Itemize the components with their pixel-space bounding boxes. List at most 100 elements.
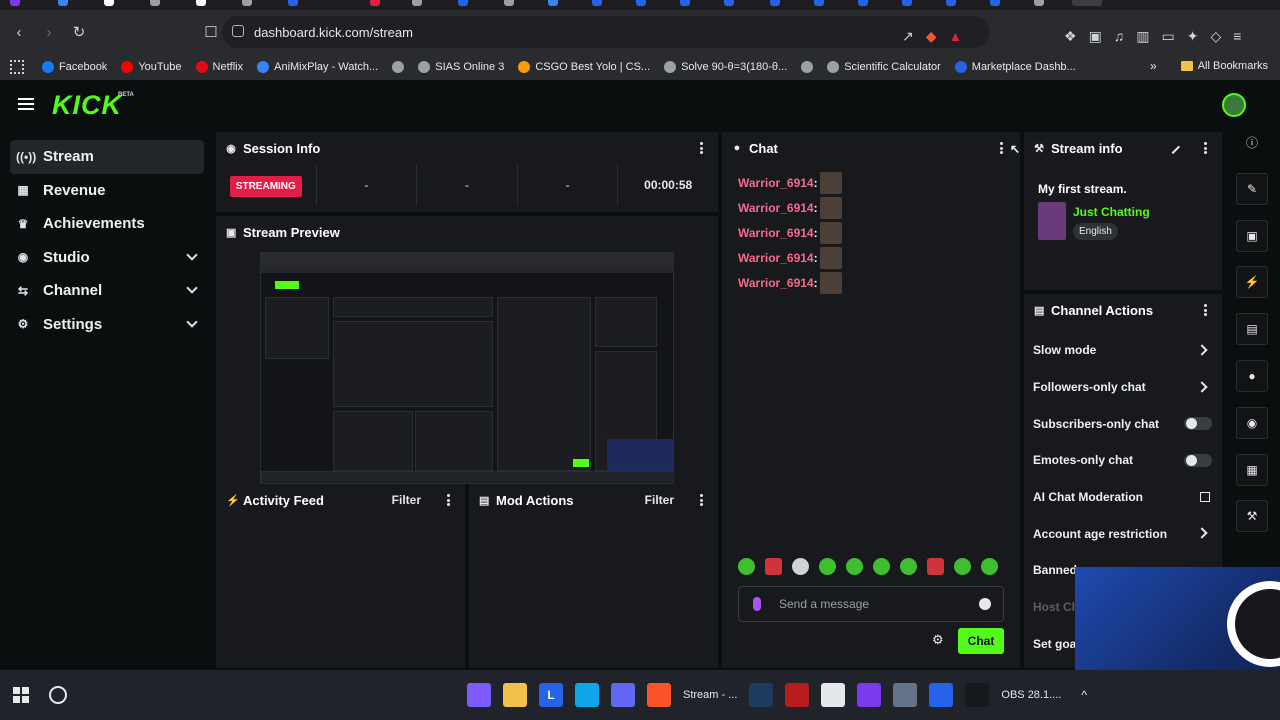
document-panel-icon[interactable]: ▤ xyxy=(1236,313,1268,346)
taskbar-app-icon[interactable] xyxy=(893,683,918,707)
bookmark-item[interactable]: Facebook xyxy=(42,61,107,73)
mod-filter-button[interactable]: Filter xyxy=(645,493,674,507)
url-field[interactable]: dashboard.kick.com/stream xyxy=(222,16,990,48)
bookmark-item[interactable] xyxy=(801,61,814,73)
chevron-down-icon[interactable] xyxy=(186,315,198,328)
emote-icon[interactable] xyxy=(954,558,971,575)
bookmark-item[interactable]: CSGO Best Yolo | CS... xyxy=(518,61,650,73)
back-icon[interactable]: ‹ xyxy=(8,24,30,41)
sidebar-item-revenue[interactable]: ▦ Revenue xyxy=(10,174,204,208)
all-bookmarks-button[interactable]: All Bookmarks xyxy=(1180,60,1268,72)
chat-menu-icon[interactable] xyxy=(1000,142,1004,154)
layout-panel-icon[interactable]: ▦ xyxy=(1236,453,1268,486)
emote-icon[interactable] xyxy=(927,558,944,575)
bookmark-item[interactable]: Netflix xyxy=(195,61,243,73)
category-name[interactable]: Just Chatting xyxy=(1073,205,1150,219)
stream-preview-video[interactable] xyxy=(260,252,674,484)
bookmark-item[interactable] xyxy=(392,61,405,73)
channel-actions-menu-icon[interactable] xyxy=(1204,304,1208,316)
taskbar-app-icon[interactable] xyxy=(749,683,774,707)
chat-username[interactable]: Warrior_6914 xyxy=(738,226,814,240)
channel-action-item[interactable]: Subscribers-only chat xyxy=(1024,405,1222,442)
sidebar-item-studio[interactable]: ◉ Studio xyxy=(10,241,204,275)
bookmark-item[interactable]: SIAS Online 3 xyxy=(418,61,504,73)
bookmark-item[interactable]: Scientific Calculator xyxy=(827,61,941,73)
extensions-icon[interactable]: ❖ xyxy=(1064,28,1077,45)
tray-overflow-icon[interactable]: ^ xyxy=(1081,688,1087,702)
lightning-panel-icon[interactable]: ⚡ xyxy=(1236,266,1268,299)
more-bookmarks-button[interactable]: » xyxy=(1150,59,1157,73)
taskbar-app-icon[interactable] xyxy=(929,683,954,707)
media-icon[interactable]: ♫ xyxy=(1114,28,1125,45)
channel-action-item[interactable]: Followers-only chat xyxy=(1024,369,1222,406)
emote-icon[interactable] xyxy=(873,558,890,575)
emote-icon[interactable] xyxy=(900,558,917,575)
bookmark-item[interactable]: AniMixPlay - Watch... xyxy=(257,61,378,73)
activity-menu-icon[interactable] xyxy=(447,494,451,506)
toggle-switch[interactable] xyxy=(1184,454,1212,468)
search-icon[interactable] xyxy=(49,686,67,704)
sidebar-icon[interactable]: ▥ xyxy=(1136,28,1149,45)
emote-icon[interactable] xyxy=(765,558,782,575)
forward-icon[interactable]: › xyxy=(38,24,60,41)
stream-info-menu-icon[interactable] xyxy=(1204,142,1208,154)
broadcast-panel-icon[interactable]: ◉ xyxy=(1236,406,1268,439)
taskbar-app-icon[interactable] xyxy=(785,683,810,707)
microphone-icon[interactable] xyxy=(753,597,761,611)
channel-action-item[interactable]: AI Chat Moderation xyxy=(1024,479,1222,516)
chat-username[interactable]: Warrior_6914 xyxy=(738,176,814,190)
taskbar-app-icon[interactable] xyxy=(821,683,846,707)
kick-logo[interactable]: KICK xyxy=(52,90,122,121)
sidebar-item-stream[interactable]: ((•)) Stream xyxy=(10,140,204,174)
taskbar-app-icon[interactable] xyxy=(857,683,882,707)
send-message-input[interactable]: Send a message xyxy=(738,586,1004,622)
channel-action-item[interactable]: Account age restriction xyxy=(1024,515,1222,552)
channel-action-item[interactable]: Emotes-only chat xyxy=(1024,442,1222,479)
send-chat-button[interactable]: Chat xyxy=(958,628,1004,654)
brave-shield-icon[interactable]: ◆ xyxy=(926,28,937,45)
mod-menu-icon[interactable] xyxy=(700,494,704,506)
chevron-down-icon[interactable] xyxy=(186,282,198,294)
emote-icon[interactable] xyxy=(738,558,755,575)
sidebar-item-settings[interactable]: ⚙ Settings xyxy=(10,308,204,342)
bookmark-item[interactable]: Solve 90-θ=3(180-θ... xyxy=(664,61,787,73)
emoji-picker-icon[interactable] xyxy=(979,598,991,610)
chat-settings-gear-icon[interactable]: ⚙ xyxy=(932,632,944,648)
windows-start-icon[interactable] xyxy=(13,687,29,703)
chat-panel-icon[interactable]: ● xyxy=(1236,359,1268,392)
apps-icon[interactable] xyxy=(10,60,24,74)
taskbar-app-icon[interactable] xyxy=(575,683,599,707)
session-info-menu-icon[interactable] xyxy=(700,142,704,154)
bookmark-icon[interactable]: ☐ xyxy=(200,23,222,41)
brave-rewards-icon[interactable]: ▲ xyxy=(949,28,963,45)
taskbar-app-icon[interactable] xyxy=(611,683,635,707)
sidebar-item-achievements[interactable]: ♛ Achievements xyxy=(10,207,204,241)
hamburger-menu-icon[interactable] xyxy=(18,98,34,110)
bookmark-item[interactable]: YouTube xyxy=(121,61,182,73)
taskbar-app-icon[interactable] xyxy=(965,683,990,707)
chevron-right-icon[interactable] xyxy=(1196,527,1208,540)
bookmark-item[interactable]: Marketplace Dashb... xyxy=(954,61,1076,73)
taskbar-app-icon[interactable] xyxy=(503,683,527,707)
channel-action-item[interactable]: Slow mode xyxy=(1024,332,1222,369)
taskbar-app-icon[interactable] xyxy=(647,683,671,707)
avatar[interactable] xyxy=(1222,93,1246,117)
edit-icon[interactable] xyxy=(1165,139,1181,155)
sidebar-item-channel[interactable]: ⇆ Channel xyxy=(10,274,204,308)
emote-icon[interactable] xyxy=(819,558,836,575)
chat-username[interactable]: Warrior_6914 xyxy=(738,276,814,290)
activity-filter-button[interactable]: Filter xyxy=(392,493,421,507)
taskbar-app-icon[interactable] xyxy=(467,683,491,707)
wallet-icon[interactable]: ▭ xyxy=(1162,28,1175,45)
leo-icon[interactable]: ✦ xyxy=(1187,28,1199,45)
toggle-switch[interactable] xyxy=(1184,417,1212,431)
edit-stream-icon[interactable]: ✎ xyxy=(1236,172,1268,205)
menu-icon[interactable]: ≡ xyxy=(1233,28,1241,45)
camera-panel-icon[interactable]: ▣ xyxy=(1236,219,1268,252)
info-icon[interactable]: ⓘ xyxy=(1236,126,1268,158)
taskbar-app-icon[interactable]: L xyxy=(539,683,563,707)
site-info-icon[interactable] xyxy=(232,25,244,37)
chevron-down-icon[interactable] xyxy=(186,248,198,261)
share-icon[interactable]: ↗ xyxy=(902,28,914,45)
reload-icon[interactable]: ↻ xyxy=(68,23,90,41)
